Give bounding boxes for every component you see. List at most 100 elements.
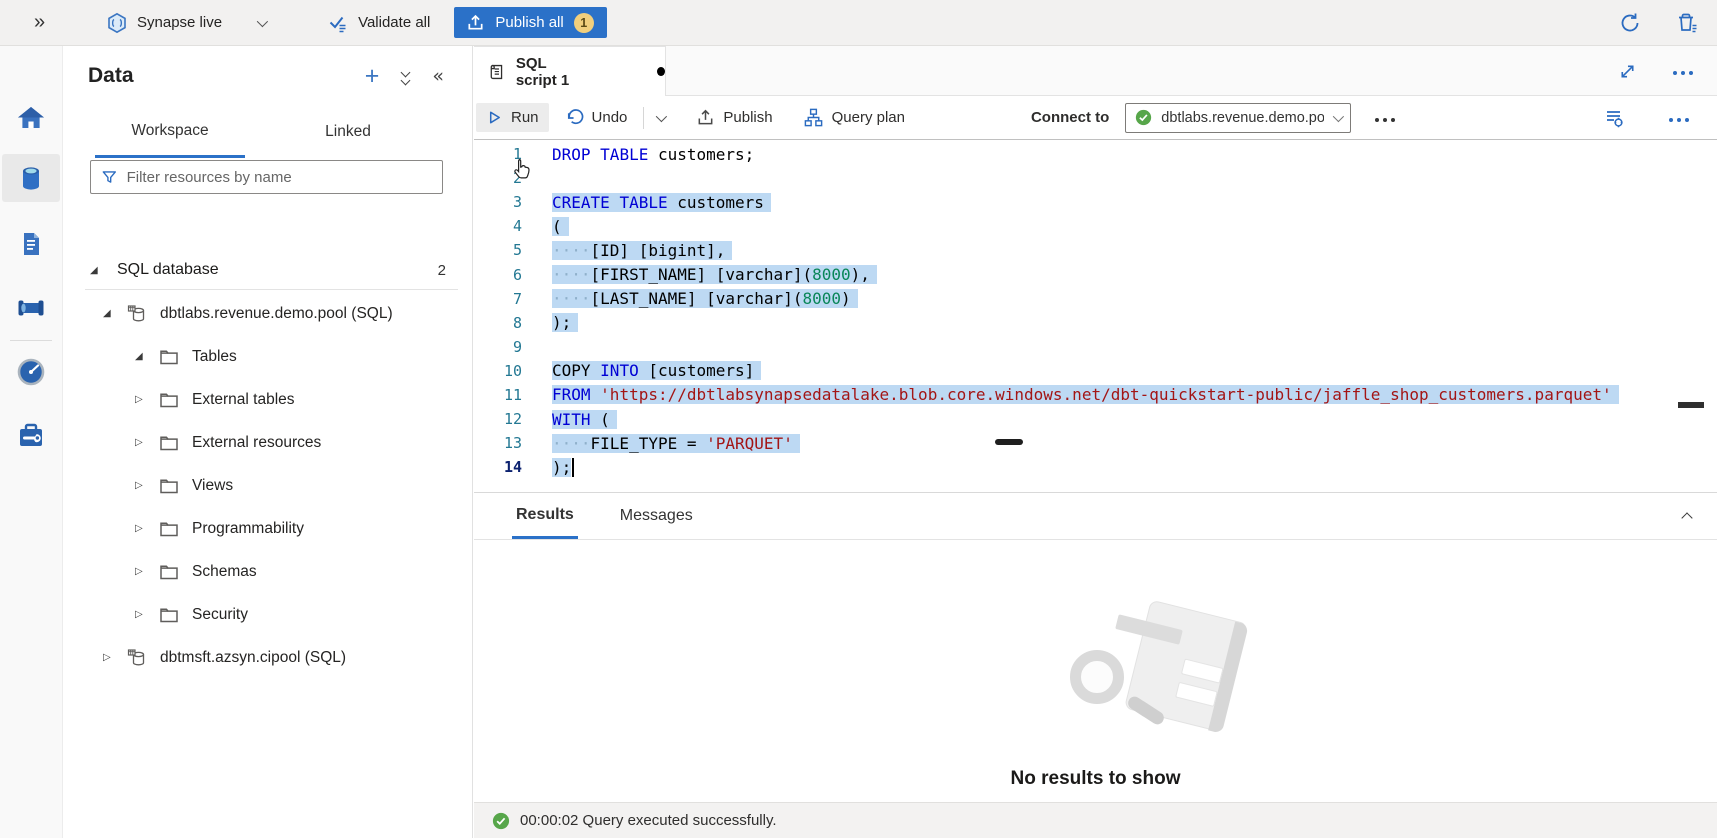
code-text: FROM 'https://dbtlabsynapsedatalake.blob… [552,385,1619,404]
tab-workspace[interactable]: Workspace [95,106,245,158]
expand-twisty-icon[interactable]: ▷ [103,652,117,663]
line-number: 4 [474,217,522,235]
code-line-5[interactable]: 5····[ID] [bigint], [474,238,1717,262]
tab-messages[interactable]: Messages [620,493,693,539]
expand-twisty-icon[interactable]: ▷ [135,566,149,577]
code-line-3[interactable]: 3CREATE TABLE customers [474,190,1717,214]
code-line-14[interactable]: 14); [474,455,1717,479]
publish-all-label: Publish all [495,14,563,31]
expand-editor-icon[interactable] [1618,62,1637,81]
expand-twisty-icon[interactable]: ▷ [135,480,149,491]
code-line-8[interactable]: 8); [474,311,1717,335]
tab-linked[interactable]: Linked [283,106,413,158]
tree-item-label: dbtlabs.revenue.demo.pool (SQL) [160,305,393,323]
pool-select-dropdown[interactable]: dbtlabs.revenue.demo.pool [1125,103,1351,133]
rail-item-integrate[interactable] [2,284,60,332]
code-line-12[interactable]: 12WITH ( [474,407,1717,431]
code-line-1[interactable]: 1DROP TABLE customers; [474,142,1717,166]
publish-all-button[interactable]: Publish all 1 [454,7,606,38]
panel-title: Data [88,64,134,88]
toolbar-more-actions-icon[interactable] [1375,109,1397,126]
trash-icon[interactable] [1675,11,1699,35]
status-text: 00:00:02 Query executed successfully. [520,812,777,829]
filter-input[interactable] [127,169,432,186]
add-resource-icon[interactable]: + [365,66,380,86]
data-panel: Data + « Workspace Linked ◢ SQL database… [63,46,473,838]
code-line-2[interactable]: 2 [474,166,1717,190]
tree-item-dbtlabs-revenue-demo-pool-sql[interactable]: ◢ dbtlabs.revenue.demo.pool (SQL) [63,292,472,335]
more-actions-icon[interactable] [1669,109,1691,126]
tree-item-label: External tables [192,391,295,409]
code-line-10[interactable]: 10COPY INTO [customers] [474,359,1717,383]
collapse-twisty-icon[interactable]: ◢ [103,308,117,319]
tree-root-sql-database[interactable]: ◢ SQL database 2 [63,251,472,289]
rail-item-monitor[interactable] [2,348,60,396]
collapse-panel-icon[interactable]: « [432,65,444,87]
tree-item-label: Security [192,606,248,624]
tree-item-security[interactable]: ▷ Security [63,593,472,636]
rail-item-manage[interactable] [2,412,60,460]
editor-toolbar: Run Undo Publish Query plan Connect to d… [474,96,1717,140]
properties-icon[interactable] [1603,107,1625,129]
folder-icon [158,389,180,411]
tree-item-label: Schemas [192,563,257,581]
tree-item-tables[interactable]: ◢ Tables [63,335,472,378]
database-icon [126,303,148,325]
line-number: 11 [474,386,522,404]
run-button[interactable]: Run [476,103,549,132]
panel-resize-handle[interactable] [995,439,1023,445]
refresh-icon[interactable] [1619,12,1641,34]
expand-twisty-icon[interactable]: ▷ [135,609,149,620]
collapse-twisty-icon[interactable]: ◢ [90,265,104,276]
play-icon [486,109,503,126]
sql-code-editor[interactable]: 1DROP TABLE customers;23CREATE TABLE cus… [474,140,1717,492]
code-line-13[interactable]: 13····FILE_TYPE = 'PARQUET' [474,431,1717,455]
code-line-6[interactable]: 6····[FIRST_NAME] [varchar](8000), [474,262,1717,286]
undo-button[interactable]: Undo [555,102,638,133]
collapse-results-icon[interactable] [1683,509,1691,527]
tree-item-programmability[interactable]: ▷Programmability [63,507,472,550]
manage-icon [15,420,47,452]
expand-twisty-icon[interactable]: ▷ [135,523,149,534]
query-plan-button[interactable]: Query plan [793,101,915,134]
expand-rail-icon[interactable]: » [34,11,64,34]
rail-item-home[interactable] [2,94,60,142]
line-number: 1 [474,145,522,163]
code-text: CREATE TABLE customers [552,193,771,212]
code-text: COPY INTO [customers] [552,361,761,380]
folder-icon [158,475,180,497]
collapse-all-icon[interactable] [402,69,409,84]
rail-item-data[interactable] [2,154,60,202]
expand-twisty-icon[interactable]: ▷ [135,437,149,448]
tree-item-external-resources[interactable]: ▷External resources [63,421,472,464]
sql-script-icon [487,61,506,83]
code-line-9[interactable]: 9 [474,335,1717,359]
chevron-down-icon [257,15,268,26]
code-line-7[interactable]: 7····[LAST_NAME] [varchar](8000) [474,287,1717,311]
validate-all-button[interactable]: Validate all [327,12,430,34]
tree-item-views[interactable]: ▷Views [63,464,472,507]
publish-button[interactable]: Publish [686,102,782,133]
code-line-11[interactable]: 11 FROM 'https://dbtlabsynapsedatalake.bl… [474,383,1717,407]
code-line-4[interactable]: 4( [474,214,1717,238]
line-number: 9 [474,338,522,356]
success-check-icon [492,812,510,830]
query-status-bar: 00:00:02 Query executed successfully. [474,802,1717,838]
tab-sql-script-1[interactable]: SQL script 1 [474,46,666,96]
tab-more-actions-icon[interactable] [1673,62,1695,80]
connected-check-icon [1135,109,1152,126]
tree-item-schemas[interactable]: ▷ Schemas [63,550,472,593]
collapse-twisty-icon[interactable]: ◢ [135,351,149,362]
undo-redo-dropdown-icon[interactable] [650,108,670,128]
resource-tree: ◢ dbtlabs.revenue.demo.pool (SQL) ◢ Tables ▷… [63,292,472,679]
scrollbar-thumb[interactable] [1678,402,1704,408]
tree-item-dbtmsft-azsyn-cipool-sql[interactable]: ▷dbtmsft.azsyn.cipool (SQL) [63,636,472,679]
unsaved-changes-dot [657,67,665,76]
tree-item-external-tables[interactable]: ▷ External tables [63,378,472,421]
tab-results[interactable]: Results [512,493,578,539]
mode-selector[interactable]: Synapse live [106,12,265,34]
mode-label: Synapse live [137,14,222,31]
tree-item-label: Tables [192,348,237,366]
rail-item-develop[interactable] [2,220,60,268]
expand-twisty-icon[interactable]: ▷ [135,394,149,405]
